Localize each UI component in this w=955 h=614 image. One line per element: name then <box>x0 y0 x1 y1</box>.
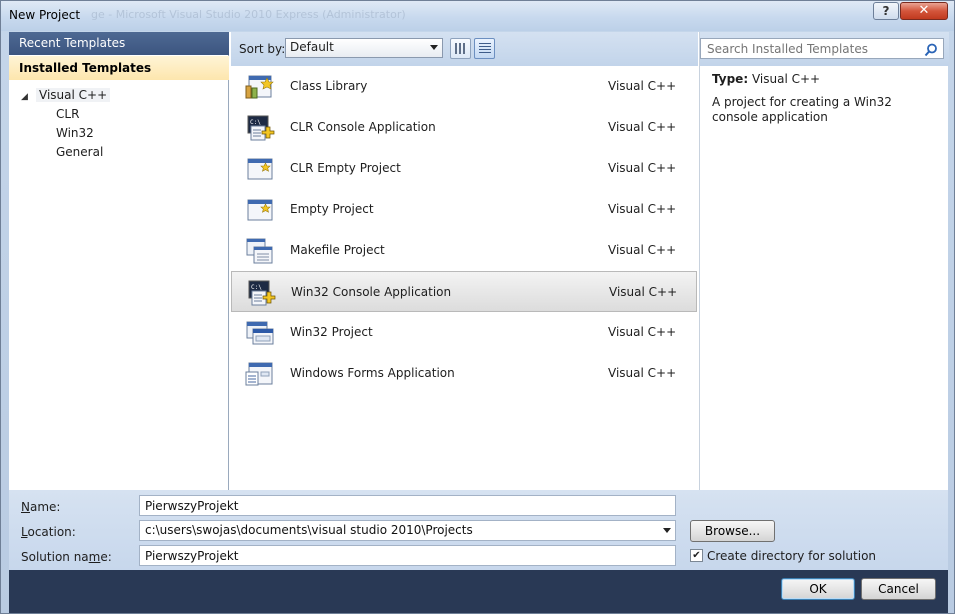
template-details-pane: Type: Visual C++ A project for creating … <box>699 32 949 490</box>
solution-name-field[interactable] <box>139 545 676 566</box>
console-app-icon: C:\ <box>248 280 276 306</box>
tree-item-visual-cpp[interactable]: ◢ Visual C++ <box>9 86 229 105</box>
makefile-project-icon <box>246 238 273 264</box>
template-name: Windows Forms Application <box>290 366 455 380</box>
sort-by-value: Default <box>290 40 334 54</box>
windows-forms-icon <box>245 362 273 386</box>
template-type: Type: Visual C++ <box>712 72 820 86</box>
create-directory-checkbox[interactable]: ✔ <box>690 549 703 562</box>
cancel-button[interactable]: Cancel <box>861 578 936 600</box>
template-toolbar: Sort by: Default <box>231 32 698 66</box>
create-directory-label[interactable]: Create directory for solution <box>707 549 876 563</box>
template-language: Visual C++ <box>608 202 677 216</box>
search-icon[interactable] <box>924 43 938 57</box>
tree-item-general[interactable]: General <box>9 143 229 162</box>
type-label: Type: <box>712 72 749 86</box>
svg-text:C:\: C:\ <box>250 119 261 126</box>
location-label-rest: ocation: <box>27 525 76 539</box>
template-language: Visual C++ <box>608 366 677 380</box>
template-row-class-library[interactable]: Class Library Visual C++ <box>231 66 697 107</box>
dialog-client-area: Recent Templates Installed Templates ◢ Vi… <box>9 32 949 490</box>
template-name: Makefile Project <box>290 243 385 257</box>
title-bar[interactable]: New Project ge - Microsoft Visual Studio… <box>1 1 954 31</box>
template-name: Empty Project <box>290 202 374 216</box>
name-label-rest: ame: <box>29 500 61 514</box>
chevron-down-icon[interactable] <box>663 528 671 533</box>
installed-templates-header[interactable]: Installed Templates <box>9 56 229 80</box>
new-project-dialog: New Project ge - Microsoft Visual Studio… <box>0 0 955 614</box>
template-row-windows-forms-application[interactable]: Windows Forms Application Visual C++ <box>231 353 697 394</box>
name-label-accesskey: N <box>21 500 30 514</box>
close-button[interactable]: ✕ <box>900 2 948 20</box>
win32-project-icon <box>246 321 274 345</box>
solution-label-pre: Solution na <box>21 550 89 564</box>
window-title: New Project <box>9 8 81 22</box>
template-list-pane: Sort by: Default Class Library Visual C+… <box>231 32 698 490</box>
name-label: Name: <box>21 500 60 514</box>
template-tree: ◢ Visual C++ CLR Win32 General <box>9 86 229 162</box>
empty-project-icon <box>247 158 273 180</box>
location-label: Location: <box>21 525 76 539</box>
expand-arrow-icon[interactable]: ◢ <box>21 88 36 107</box>
list-view-button[interactable] <box>474 38 495 59</box>
template-row-win32-console-application[interactable]: C:\ Win32 Console Application Visual C++ <box>231 271 697 312</box>
empty-project-icon <box>247 199 273 221</box>
project-settings-panel: Name: Location: c:\users\swojas\document… <box>9 490 948 570</box>
template-name: Class Library <box>290 79 368 93</box>
chevron-down-icon <box>430 45 438 50</box>
template-language: Visual C++ <box>608 243 677 257</box>
template-name: CLR Console Application <box>290 120 436 134</box>
template-row-clr-empty-project[interactable]: CLR Empty Project Visual C++ <box>231 148 697 189</box>
svg-text:C:\: C:\ <box>251 284 262 291</box>
location-value: c:\users\swojas\documents\visual studio … <box>145 523 473 537</box>
recent-templates-header[interactable]: Recent Templates <box>9 32 229 55</box>
tree-item-clr[interactable]: CLR <box>9 105 229 124</box>
ok-button[interactable]: OK <box>781 578 855 600</box>
search-input[interactable] <box>700 38 944 59</box>
template-row-clr-console-application[interactable]: C:\ CLR Console Application Visual C++ <box>231 107 697 148</box>
solution-label-accesskey: m <box>88 550 101 564</box>
template-language: Visual C++ <box>608 325 677 339</box>
template-language: Visual C++ <box>608 120 677 134</box>
class-library-icon <box>245 75 274 99</box>
search-bar <box>700 32 949 66</box>
template-row-makefile-project[interactable]: Makefile Project Visual C++ <box>231 230 697 271</box>
browse-button[interactable]: Browse... <box>690 520 775 542</box>
type-value: Visual C++ <box>751 72 821 86</box>
sort-by-dropdown[interactable]: Default <box>285 38 443 58</box>
template-row-win32-project[interactable]: Win32 Project Visual C++ <box>231 312 697 353</box>
solution-label-rest: e: <box>100 550 112 564</box>
list-view-icon <box>479 43 491 54</box>
template-name: CLR Empty Project <box>290 161 401 175</box>
template-language: Visual C++ <box>609 285 678 299</box>
checkmark-icon: ✔ <box>692 550 701 561</box>
solution-name-label: Solution name: <box>21 550 112 564</box>
sort-by-label: Sort by: <box>239 42 286 56</box>
tree-item-label: Visual C++ <box>36 88 111 102</box>
template-description: A project for creating a Win32 console a… <box>712 95 892 124</box>
location-combobox[interactable]: c:\users\swojas\documents\visual studio … <box>139 520 676 541</box>
console-app-icon: C:\ <box>247 115 275 141</box>
template-list: Class Library Visual C++ C:\ CLR Console… <box>231 66 698 394</box>
template-language: Visual C++ <box>608 161 677 175</box>
small-icons-view-button[interactable] <box>450 38 471 59</box>
template-name: Win32 Console Application <box>291 285 452 299</box>
name-field[interactable] <box>139 495 676 516</box>
template-row-empty-project[interactable]: Empty Project Visual C++ <box>231 189 697 230</box>
help-button[interactable]: ? <box>873 2 899 20</box>
template-language: Visual C++ <box>608 79 677 93</box>
small-icons-view-icon <box>455 43 467 54</box>
window-title-ghost: ge - Microsoft Visual Studio 2010 Expres… <box>91 8 406 21</box>
dialog-footer: OK Cancel <box>9 570 948 613</box>
template-category-pane: Recent Templates Installed Templates ◢ Vi… <box>9 32 229 490</box>
template-name: Win32 Project <box>290 325 373 339</box>
tree-item-win32[interactable]: Win32 <box>9 124 229 143</box>
